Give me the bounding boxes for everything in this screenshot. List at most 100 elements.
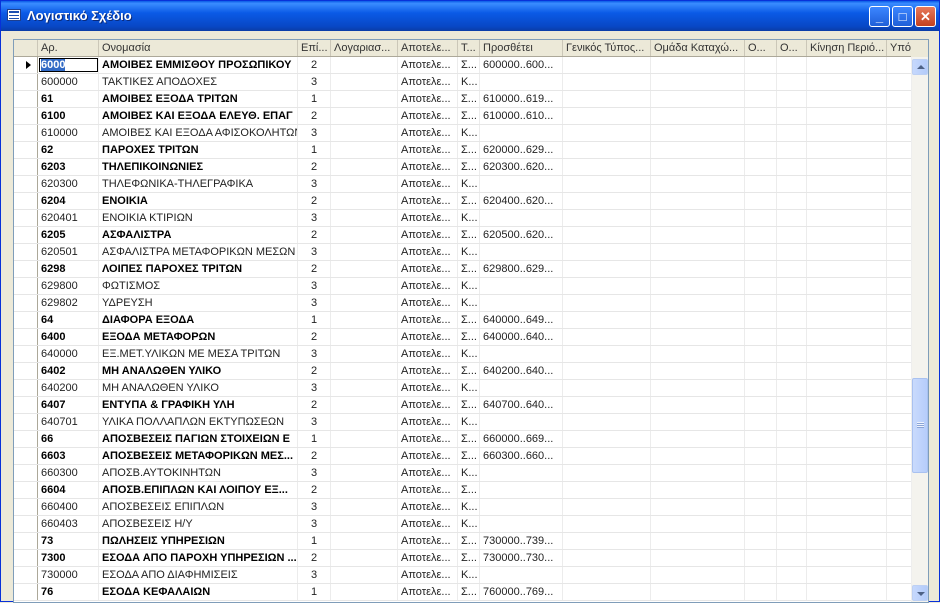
cell-empty[interactable]: [331, 142, 398, 158]
cell-empty[interactable]: [777, 193, 807, 209]
cell-empty[interactable]: [777, 567, 807, 583]
table-row[interactable]: 620401 ΕΝΟΙΚΙΑ ΚΤΙΡΙΩΝ 3 Αποτελε... Κ...: [14, 210, 912, 227]
scroll-up-arrow-icon[interactable]: [912, 59, 928, 75]
row-selector[interactable]: [14, 295, 38, 311]
table-row[interactable]: 660403 ΑΠΟΣΒΕΣΕΙΣ Η/Υ 3 Αποτελε... Κ...: [14, 516, 912, 533]
cell-empty[interactable]: [563, 295, 651, 311]
table-row[interactable]: 610000 ΑΜΟΙΒΕΣ ΚΑΙ ΕΞΟΔΑ ΑΦΙΣΟΚΟΛΗΤΩΝ 3 Απο…: [14, 125, 912, 142]
cell-name[interactable]: ΕΝΟΙΚΙΑ: [99, 193, 298, 209]
cell-empty[interactable]: [745, 567, 777, 583]
cell-empty[interactable]: [807, 278, 887, 294]
col-header-account[interactable]: Λογαριασ...: [331, 40, 398, 56]
cell-empty[interactable]: [563, 91, 651, 107]
cell-type[interactable]: Αποτελε...: [398, 91, 458, 107]
cell-no[interactable]: 629800: [38, 278, 99, 294]
cell-empty[interactable]: [651, 57, 745, 73]
cell-type[interactable]: Αποτελε...: [398, 584, 458, 600]
cell-empty[interactable]: [777, 448, 807, 464]
cell-empty[interactable]: [563, 244, 651, 260]
row-selector[interactable]: [14, 380, 38, 396]
cell-t[interactable]: Κ...: [458, 210, 480, 226]
cell-level[interactable]: 3: [298, 465, 331, 481]
cell-type[interactable]: Αποτελε...: [398, 380, 458, 396]
cell-empty[interactable]: [887, 91, 912, 107]
cell-empty[interactable]: [777, 57, 807, 73]
cell-no[interactable]: 620300: [38, 176, 99, 192]
cell-empty[interactable]: [745, 346, 777, 362]
cell-name[interactable]: ΑΠΟΣΒΕΣΕΙΣ ΜΕΤΑΦΟΡΙΚΩΝ ΜΕΣ...: [99, 448, 298, 464]
cell-type[interactable]: Αποτελε...: [398, 227, 458, 243]
cell-name[interactable]: ΑΜΟΙΒΕΣ ΕΜΜΙΣΘΟΥ ΠΡΟΣΩΠΙΚΟΥ: [99, 57, 298, 73]
cell-empty[interactable]: [331, 57, 398, 73]
cell-type[interactable]: Αποτελε...: [398, 465, 458, 481]
cell-totaling[interactable]: [480, 516, 563, 532]
cell-totaling[interactable]: [480, 210, 563, 226]
cell-name[interactable]: ΕΝΤΥΠΑ & ΓΡΑΦΙΚΗ ΥΛΗ: [99, 397, 298, 413]
cell-empty[interactable]: [807, 346, 887, 362]
cell-empty[interactable]: [651, 295, 745, 311]
cell-empty[interactable]: [777, 397, 807, 413]
cell-no[interactable]: 660400: [38, 499, 99, 515]
cell-empty[interactable]: [777, 159, 807, 175]
cell-no[interactable]: 629802: [38, 295, 99, 311]
cell-no[interactable]: 730000: [38, 567, 99, 583]
cell-level[interactable]: 3: [298, 244, 331, 260]
table-row[interactable]: 6100 ΑΜΟΙΒΕΣ ΚΑΙ ΕΞΟΔΑ ΕΛΕΥΘ. ΕΠΑΓ 2 Αποτελ…: [14, 108, 912, 125]
cell-empty[interactable]: [331, 363, 398, 379]
cell-level[interactable]: 2: [298, 193, 331, 209]
cell-empty[interactable]: [563, 74, 651, 90]
table-row[interactable]: 620501 ΑΣΦΑΛΙΣΤΡΑ ΜΕΤΑΦΟΡΙΚΩΝ ΜΕΣΩΝ 3 Αποτε…: [14, 244, 912, 261]
cell-empty[interactable]: [563, 278, 651, 294]
cell-empty[interactable]: [563, 363, 651, 379]
row-selector[interactable]: [14, 499, 38, 515]
cell-totaling[interactable]: 600000..600...: [480, 57, 563, 73]
cell-name[interactable]: ΑΣΦΑΛΙΣΤΡΑ: [99, 227, 298, 243]
cell-totaling[interactable]: [480, 346, 563, 362]
cell-empty[interactable]: [563, 210, 651, 226]
cell-empty[interactable]: [887, 74, 912, 90]
cell-no[interactable]: 640000: [38, 346, 99, 362]
cell-empty[interactable]: [563, 431, 651, 447]
cell-empty[interactable]: [777, 550, 807, 566]
col-header-period-net[interactable]: Κίνηση Περιό...: [807, 40, 887, 56]
cell-no[interactable]: 6203: [38, 159, 99, 175]
cell-empty[interactable]: [331, 516, 398, 532]
cell-empty[interactable]: [745, 448, 777, 464]
cell-totaling[interactable]: 620300..620...: [480, 159, 563, 175]
cell-empty[interactable]: [745, 125, 777, 141]
cell-name[interactable]: ΑΠΟΣΒΕΣΕΙΣ ΕΠΙΠΛΩΝ: [99, 499, 298, 515]
row-selector[interactable]: [14, 550, 38, 566]
cell-no[interactable]: 73: [38, 533, 99, 549]
cell-name[interactable]: ΛΟΙΠΕΣ ΠΑΡΟΧΕΣ ΤΡΙΤΩΝ: [99, 261, 298, 277]
cell-empty[interactable]: [887, 227, 912, 243]
row-selector[interactable]: [14, 312, 38, 328]
cell-empty[interactable]: [651, 465, 745, 481]
cell-level[interactable]: 2: [298, 397, 331, 413]
row-selector[interactable]: [14, 57, 38, 73]
table-row[interactable]: 629802 ΥΔΡΕΥΣΗ 3 Αποτελε... Κ...: [14, 295, 912, 312]
cell-empty[interactable]: [807, 57, 887, 73]
table-row[interactable]: 6298 ΛΟΙΠΕΣ ΠΑΡΟΧΕΣ ΤΡΙΤΩΝ 2 Αποτελε... Σ...…: [14, 261, 912, 278]
cell-empty[interactable]: [563, 567, 651, 583]
cell-no[interactable]: 6205: [38, 227, 99, 243]
row-selector[interactable]: [14, 176, 38, 192]
cell-type[interactable]: Αποτελε...: [398, 533, 458, 549]
cell-no[interactable]: 61: [38, 91, 99, 107]
cell-empty[interactable]: [807, 499, 887, 515]
cell-empty[interactable]: [331, 431, 398, 447]
cell-empty[interactable]: [563, 261, 651, 277]
cell-empty[interactable]: [651, 278, 745, 294]
cell-empty[interactable]: [563, 482, 651, 498]
cell-empty[interactable]: [745, 363, 777, 379]
cell-no[interactable]: 660300: [38, 465, 99, 481]
cell-empty[interactable]: [777, 465, 807, 481]
table-row[interactable]: 640200 ΜΗ ΑΝΑΛΩΘΕΝ ΥΛΙΚΟ 3 Αποτελε... Κ...: [14, 380, 912, 397]
cell-t[interactable]: Κ...: [458, 346, 480, 362]
cell-empty[interactable]: [777, 380, 807, 396]
cell-empty[interactable]: [807, 108, 887, 124]
cell-level[interactable]: 2: [298, 57, 331, 73]
cell-empty[interactable]: [745, 74, 777, 90]
cell-level[interactable]: 3: [298, 278, 331, 294]
cell-empty[interactable]: [807, 244, 887, 260]
cell-totaling[interactable]: [480, 482, 563, 498]
